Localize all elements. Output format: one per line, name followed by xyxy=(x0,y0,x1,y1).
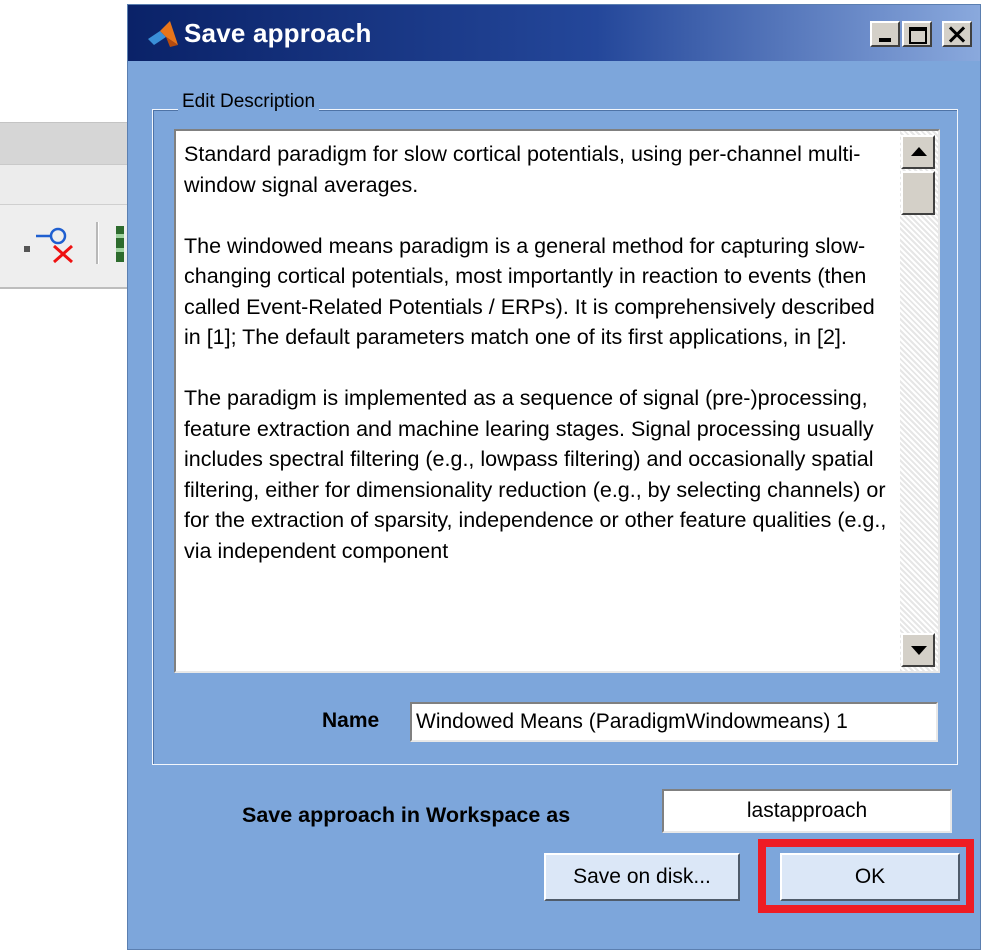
matlab-logo-icon xyxy=(148,21,178,47)
remove-marker-icon[interactable] xyxy=(30,218,82,268)
description-scrollbar[interactable] xyxy=(900,131,938,671)
description-textarea[interactable]: Standard paradigm for slow cortical pote… xyxy=(174,129,940,673)
window-title: Save approach xyxy=(184,18,372,48)
description-paragraph-1: Standard paradigm for slow cortical pote… xyxy=(184,142,861,197)
minimize-button[interactable] xyxy=(870,21,900,47)
name-input[interactable]: Windowed Means (ParadigmWindowmeans) 1 xyxy=(410,702,938,742)
title-bar[interactable]: Save approach xyxy=(128,5,980,61)
workspace-label: Save approach in Workspace as xyxy=(242,803,571,827)
workspace-variable-input[interactable]: lastapproach xyxy=(662,789,952,833)
description-paragraph-2: The windowed means paradigm is a general… xyxy=(184,233,875,350)
description-paragraph-3: The paradigm is implemented as a sequenc… xyxy=(184,386,887,563)
background-window-fragment xyxy=(0,120,140,300)
toolbar-separator xyxy=(96,222,99,264)
description-text[interactable]: Standard paradigm for slow cortical pote… xyxy=(184,139,896,597)
save-approach-dialog: Save approach Edit Description Standard … xyxy=(127,4,981,950)
name-label: Name xyxy=(322,709,380,732)
background-sub-strip xyxy=(0,164,140,205)
edit-description-label: Edit Description xyxy=(178,91,320,113)
scroll-thumb[interactable] xyxy=(901,171,935,215)
close-button[interactable] xyxy=(942,21,972,47)
maximize-button[interactable] xyxy=(902,21,932,47)
arrow-down-icon xyxy=(911,646,927,655)
toolbar-grip-icon[interactable] xyxy=(114,224,126,264)
save-on-disk-button[interactable]: Save on disk... xyxy=(544,853,740,901)
background-menu-strip xyxy=(0,122,140,165)
scroll-up-button[interactable] xyxy=(901,135,935,169)
ok-highlight-box xyxy=(758,839,974,913)
arrow-up-icon xyxy=(911,147,927,156)
scroll-down-button[interactable] xyxy=(901,633,935,667)
